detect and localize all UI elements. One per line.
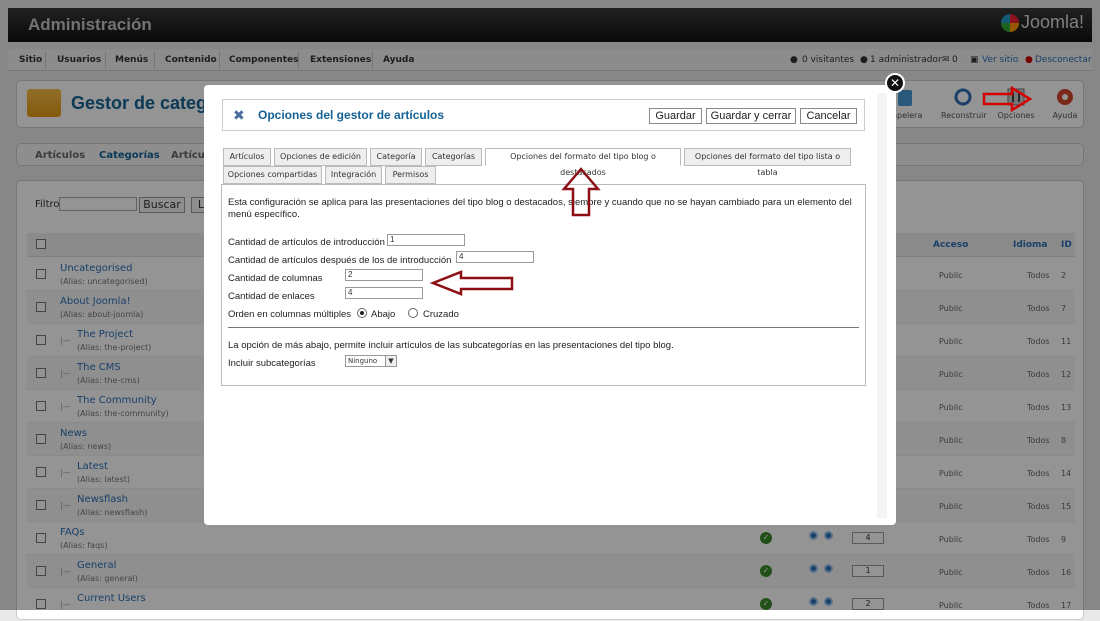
arrow-up-annotation <box>561 167 601 217</box>
annotation-arrows <box>429 85 1033 296</box>
arrow-right-annotation <box>982 85 1033 113</box>
arrow-left-annotation <box>429 270 514 296</box>
